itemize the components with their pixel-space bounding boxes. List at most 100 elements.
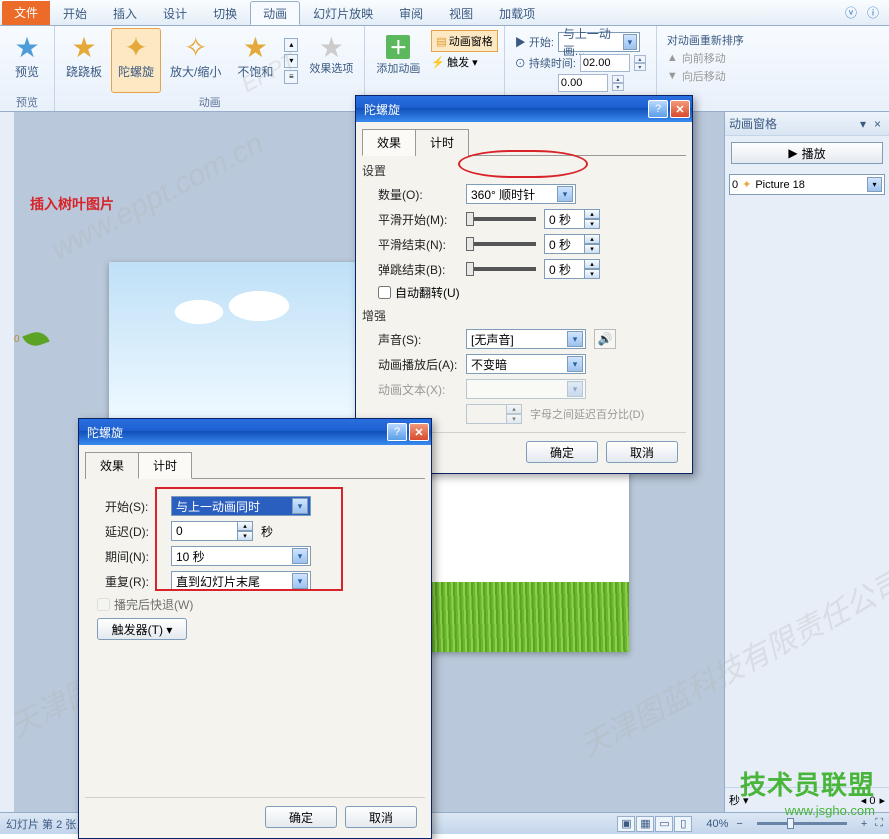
smooth-end-spin[interactable]: ▴▾ [544, 234, 600, 254]
tab-effect[interactable]: 效果 [85, 452, 139, 479]
brand-url: www.jsgho.com [785, 803, 875, 818]
ok-button[interactable]: 确定 [526, 441, 598, 463]
tab-transitions[interactable]: 切换 [200, 1, 250, 25]
smooth-end-slider[interactable] [466, 242, 536, 246]
anim-play-button[interactable]: ▶ 播放 [731, 142, 883, 164]
cancel-button[interactable]: 取消 [345, 806, 417, 828]
letter-delay-spin: ▴▾ [466, 404, 522, 424]
tab-view[interactable]: 视图 [436, 1, 486, 25]
tab-timing[interactable]: 计时 [138, 452, 192, 479]
dialog-close-button[interactable]: ✕ [670, 100, 690, 118]
dialog-help-button[interactable]: ? [648, 100, 668, 118]
thumbnails-collapsed[interactable] [0, 112, 14, 812]
move-later[interactable]: ▼向后移动 [667, 68, 744, 84]
auto-reverse-checkbox[interactable] [378, 286, 391, 299]
add-animation-button[interactable]: ＋ 添加动画 [369, 28, 427, 97]
tab-slideshow[interactable]: 幻灯片放映 [300, 1, 386, 25]
dialog-titlebar[interactable]: 陀螺旋 ? ✕ [356, 96, 692, 122]
tab-review[interactable]: 审阅 [386, 1, 436, 25]
bounce-end-slider[interactable] [466, 267, 536, 271]
anim-desaturate[interactable]: ★ 不饱和 [230, 28, 280, 93]
bounce-end-spin[interactable]: ▴▾ [544, 259, 600, 279]
delay-spinner[interactable]: ▴▾ [612, 75, 624, 91]
duration-input[interactable] [580, 54, 630, 72]
dialog-titlebar[interactable]: 陀螺旋 ? ✕ [79, 419, 431, 445]
anim-text-label: 动画文本(X): [378, 381, 458, 398]
start-dropdown[interactable]: 与上一动画...▾ [558, 32, 640, 52]
duration-label: ⊙ 持续时间: [515, 55, 576, 71]
anim-text-dropdown: ▾ [466, 379, 586, 399]
slideshow-view-button[interactable]: ▯ [674, 816, 692, 832]
star-icon: ★ [239, 31, 271, 63]
anim-grow-shrink[interactable]: ✧ 放大/缩小 [163, 28, 228, 93]
delay-spin[interactable]: ▴▾ [171, 521, 253, 541]
rewind-checkbox [97, 598, 110, 611]
anim-spin[interactable]: ✦ 陀螺旋 [111, 28, 161, 93]
bounce-end-label: 弹跳结束(B): [378, 261, 458, 278]
tab-design[interactable]: 设计 [150, 1, 200, 25]
delay-input[interactable] [558, 74, 608, 92]
zoom-slider[interactable] [757, 822, 847, 825]
minimize-ribbon-icon[interactable]: ⓥ [843, 5, 859, 21]
delay-label: 延迟(D): [105, 523, 163, 540]
anim-index-badge: 0 [14, 334, 20, 345]
gallery-more-icon[interactable]: ≡ [284, 70, 298, 84]
sound-dropdown[interactable]: [无声音]▾ [466, 329, 586, 349]
anim-list-item[interactable]: 0 ✦ Picture 18 ▾ [729, 174, 885, 195]
anim-pane-close[interactable]: × [870, 117, 885, 131]
star-icon: ★ [11, 31, 43, 63]
speaker-icon[interactable]: 🔊 [594, 329, 616, 349]
after-anim-dropdown[interactable]: 不变暗▾ [466, 354, 586, 374]
group-label-preview: 预览 [4, 93, 50, 111]
ok-button[interactable]: 确定 [265, 806, 337, 828]
anim-pane-title: 动画窗格 [729, 115, 777, 132]
normal-view-button[interactable]: ▣ [617, 816, 635, 832]
chevron-down-icon: ▾ [567, 381, 583, 397]
down-arrow-icon: ▼ [667, 70, 678, 82]
smooth-start-spin[interactable]: ▴▾ [544, 209, 600, 229]
dialog-help-button[interactable]: ? [387, 423, 407, 441]
gallery-up-icon[interactable]: ▴ [284, 38, 298, 52]
tab-addins[interactable]: 加载项 [486, 1, 548, 25]
item-name: Picture 18 [755, 179, 805, 191]
zoom-out-button[interactable]: − [736, 818, 742, 830]
smooth-start-slider[interactable] [466, 217, 536, 221]
reading-view-button[interactable]: ▭ [655, 816, 673, 832]
fit-window-button[interactable]: ⛶ [875, 817, 883, 830]
duration-spinner[interactable]: ▴▾ [634, 55, 646, 71]
gallery-down-icon[interactable]: ▾ [284, 54, 298, 68]
preview-button[interactable]: ★ 预览 [4, 28, 50, 93]
effect-options-button[interactable]: ★ 效果选项 [302, 28, 360, 93]
anim-pane-dropdown[interactable]: ▾ [856, 117, 870, 131]
tab-timing[interactable]: 计时 [415, 129, 469, 156]
cancel-button[interactable]: 取消 [606, 441, 678, 463]
tab-animations[interactable]: 动画 [250, 1, 300, 25]
sorter-view-button[interactable]: ▦ [636, 816, 654, 832]
pane-icon: ▤ [436, 35, 446, 48]
start-label: ▶ 开始: [515, 34, 554, 50]
help-icon[interactable]: ⓘ [865, 5, 881, 21]
start-dropdown[interactable]: 与上一动画同时▾ [171, 496, 311, 516]
tab-file[interactable]: 文件 [2, 1, 50, 25]
triggers-button[interactable]: 触发器(T) ▾ [97, 618, 187, 640]
period-dropdown[interactable]: 10 秒▾ [171, 546, 311, 566]
anim-teeter[interactable]: ★ 跷跷板 [59, 28, 109, 93]
move-earlier[interactable]: ▲向前移动 [667, 50, 744, 66]
amount-dropdown[interactable]: 360° 顺时针▾ [466, 184, 576, 204]
repeat-dropdown[interactable]: 直到幻灯片末尾▾ [171, 571, 311, 591]
chevron-down-icon: ▾ [292, 548, 308, 564]
smooth-start-label: 平滑开始(M): [378, 211, 458, 228]
chevron-down-icon: ▾ [557, 186, 573, 202]
zoom-in-button[interactable]: + [861, 818, 867, 830]
annotation-insert-leaf: 插入树叶图片 [30, 194, 114, 214]
tab-insert[interactable]: 插入 [100, 1, 150, 25]
timeline-right-icon[interactable]: ▸ [879, 794, 885, 807]
animation-pane-button[interactable]: ▤ 动画窗格 [431, 30, 497, 52]
tab-home[interactable]: 开始 [50, 1, 100, 25]
chevron-down-icon[interactable]: ▾ [867, 177, 882, 192]
trigger-button[interactable]: ⚡ 触发 ▾ [431, 54, 497, 70]
dialog-close-button[interactable]: ✕ [409, 423, 429, 441]
chevron-down-icon: ▾ [567, 331, 583, 347]
tab-effect[interactable]: 效果 [362, 129, 416, 156]
zoom-percent[interactable]: 40% [706, 818, 728, 830]
